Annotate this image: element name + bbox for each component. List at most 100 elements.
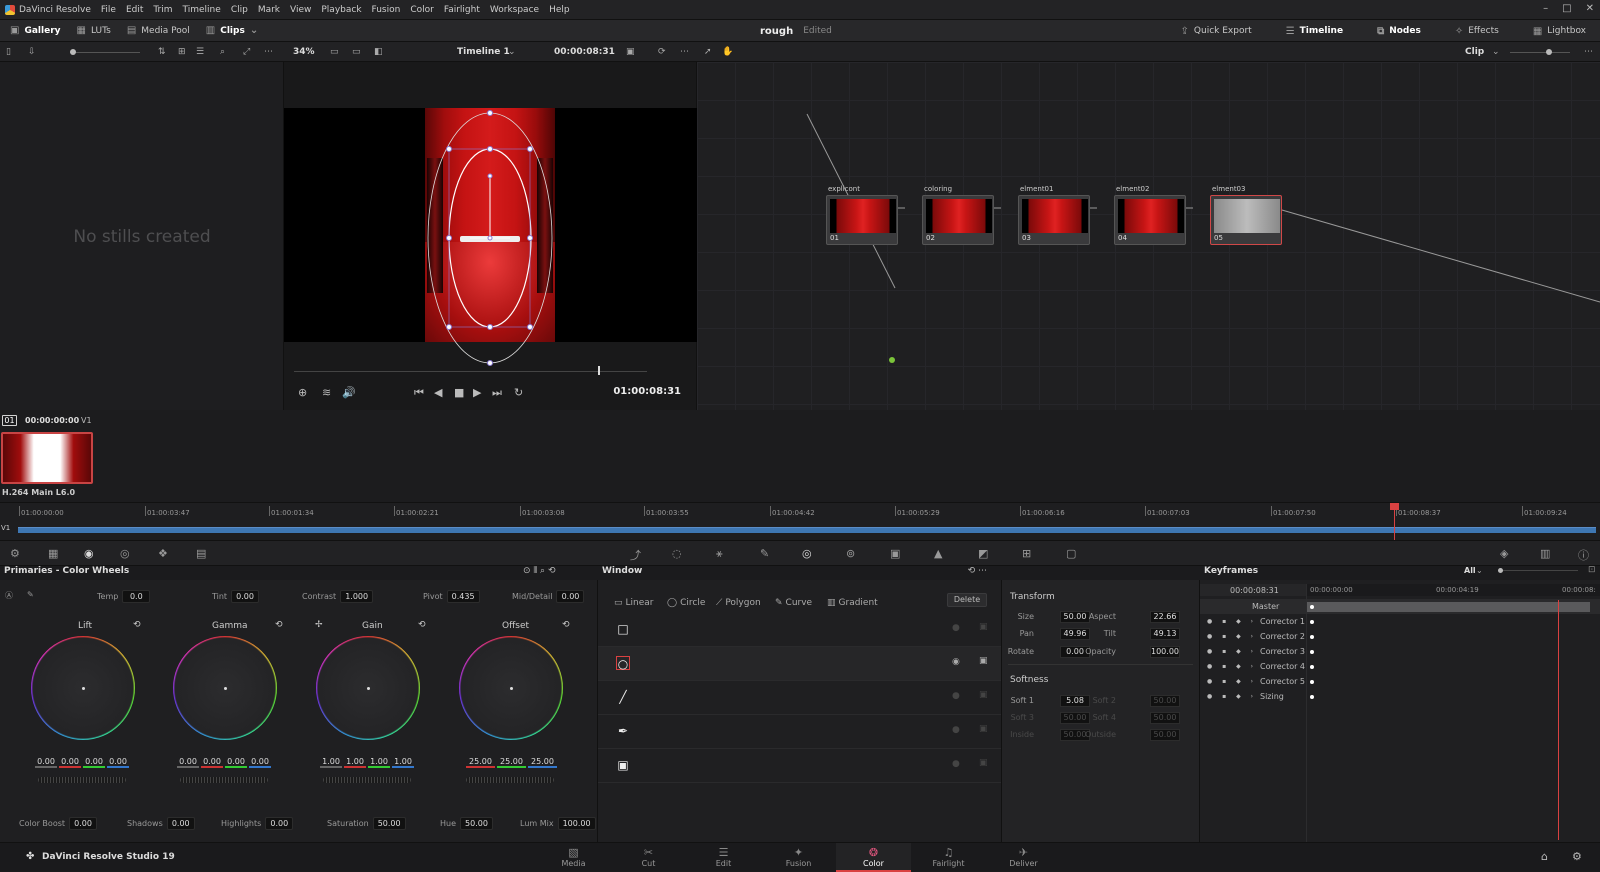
timeline-playhead[interactable] [1390,503,1399,541]
node-editor[interactable]: explicont 01 coloring 02 elment01 03 elm… [697,62,1600,410]
lightbox-button[interactable]: ▦ Lightbox [1533,26,1586,37]
menu-clip[interactable]: Clip [231,5,248,15]
keyframe-row[interactable]: ● ▪ ◆ › Corrector 2 [1200,629,1600,644]
add-linear-window[interactable]: ▭ Linear [614,598,654,608]
invert-icon[interactable]: ▣ [979,690,988,700]
gamma-b[interactable]: 0.00 [249,757,271,768]
lum-mix-field[interactable]: Lum Mix 100.00 [520,817,596,830]
zoom-select[interactable]: 34% [293,42,315,62]
window-polygon-row[interactable]: ╱ ● ▣ [598,681,1001,715]
add-curve-window[interactable]: ✎ Curve [775,598,812,608]
temp-field[interactable]: Temp 0.0 [97,590,151,603]
delete-button[interactable]: Delete [947,593,987,607]
row-controls[interactable]: ● ▪ ◆ › [1207,618,1257,625]
timeline-select[interactable]: Timeline 1 [457,42,510,62]
pivot-field[interactable]: Pivot 0.435 [423,590,480,603]
keyframe-dot[interactable] [1310,649,1314,654]
fit-icon[interactable]: ⤢ [243,42,250,62]
go-to-end-icon[interactable]: ⏭ [492,386,502,400]
pointer-icon[interactable]: ➚ [704,42,712,62]
keyframe-row[interactable]: ● ▪ ◆ › Sizing [1200,689,1600,704]
gallery-button[interactable]: ▣ Gallery [10,25,61,36]
node-01[interactable]: explicont 01 [826,185,898,247]
node-05[interactable]: elment03 05 [1210,185,1282,247]
loop-icon[interactable]: ⟳ [658,42,666,62]
gain-b[interactable]: 1.00 [392,757,414,768]
rgb-mixer-icon[interactable]: ❖ [158,547,168,560]
keyframe-row-master[interactable]: Master [1200,599,1600,614]
clip-thumbnail[interactable] [1,432,93,484]
settings-gear-icon[interactable]: ⚙ [1572,850,1582,863]
home-icon[interactable]: ⌂ [1541,850,1548,863]
clips-button[interactable]: ▥ Clips ⌄ [206,25,258,36]
eyedropper-icon[interactable]: ✎ [760,547,769,560]
gain-master-wheel[interactable] [323,777,411,783]
gamma-values[interactable]: 0.00 0.00 0.00 0.00 [177,757,271,768]
window-icon[interactable]: ◎ [802,547,812,560]
highlights-field[interactable]: Highlights 0.00 [221,817,294,830]
lift-wheel[interactable] [31,636,135,740]
sort-icon[interactable]: ⇅ [158,42,166,62]
nodes-button[interactable]: ⧉ Nodes [1377,26,1421,37]
page-fusion[interactable]: ✦ Fusion [761,843,836,872]
lift-b[interactable]: 0.00 [107,757,129,768]
menu-view[interactable]: View [290,5,311,15]
keyframe-row[interactable]: ● ▪ ◆ › Corrector 3 [1200,644,1600,659]
timeline-button[interactable]: ☰ Timeline [1286,26,1343,37]
pivot-value[interactable]: 0.435 [446,590,480,603]
gamma-reset-icon[interactable]: ⟲ [275,620,283,630]
play-icon[interactable]: ▶ [473,386,481,399]
menu-mark[interactable]: Mark [258,5,280,15]
list-view-icon[interactable]: ☰ [196,42,204,62]
keyframe-filter-select[interactable]: All [1464,566,1476,575]
menu-help[interactable]: Help [549,5,570,15]
keyframe-row[interactable]: ● ▪ ◆ › Corrector 4 [1200,659,1600,674]
menu-playback[interactable]: Playback [321,5,361,15]
opacity-value[interactable]: 100.00 [1150,646,1180,658]
import-icon[interactable]: ⇩ [28,42,36,62]
color-warper-icon[interactable]: ◌ [672,547,682,560]
tilt-value[interactable]: 49.13 [1150,628,1180,640]
window-gradient-row[interactable]: ▣ ● ▣ [598,749,1001,783]
luts-button[interactable]: ▦ LUTs [77,25,111,36]
hue-value[interactable]: 50.00 [460,817,493,830]
node-mode-select[interactable]: Clip [1465,42,1484,62]
lift-y[interactable]: 0.00 [35,757,57,768]
gain-y[interactable]: 1.00 [320,757,342,768]
offset-wheel[interactable] [459,636,563,740]
row-controls[interactable]: ● ▪ ◆ › [1207,633,1257,640]
grid-view-icon[interactable]: ⊞ [178,42,186,62]
row-controls[interactable]: ● ▪ ◆ › [1207,693,1257,700]
tint-value[interactable]: 0.00 [231,590,260,603]
offset-values[interactable]: 25.00 25.00 25.00 [466,757,557,768]
motion-effects-icon[interactable]: ▤ [196,547,206,560]
menu-trim[interactable]: Trim [153,5,172,15]
gain-g[interactable]: 1.00 [368,757,390,768]
3d-icon[interactable]: ▢ [1066,547,1076,560]
quick-export-button[interactable]: ⇪ Quick Export [1181,26,1252,37]
color-boost-value[interactable]: 0.00 [69,817,98,830]
node-04[interactable]: elment02 04 [1114,185,1186,247]
keyframe-dot[interactable] [1310,619,1314,624]
scrubber-playhead[interactable] [597,366,600,375]
keyframe-row[interactable]: ● ▪ ◆ › Corrector 1 [1200,614,1600,629]
go-to-start-icon[interactable]: ⏮ [414,386,424,400]
media-pool-button[interactable]: ▤ Media Pool [127,25,190,36]
menu-fusion[interactable]: Fusion [372,5,401,15]
blur-icon[interactable]: ▲ [934,547,942,560]
split-icon[interactable]: ▭ [352,42,361,62]
offset-reset-icon[interactable]: ⟲ [562,620,570,630]
qualifier-icon[interactable]: ⚹ [716,547,723,561]
contrast-field[interactable]: Contrast 1.000 [302,590,374,603]
thumb-size-slider[interactable] [70,42,140,62]
hand-icon[interactable]: ✋ [722,42,733,62]
auto-balance-icon[interactable]: Ⓐ [5,590,13,601]
node-02[interactable]: coloring 02 [922,185,994,247]
compare-icon[interactable]: ◧ [374,42,383,62]
sync-icon[interactable]: ⊕ [298,386,307,399]
row-controls[interactable]: ● ▪ ◆ › [1207,663,1257,670]
color-boost-field[interactable]: Color Boost 0.00 [19,817,98,830]
row-controls[interactable]: ● ▪ ◆ › [1207,648,1257,655]
display-icon[interactable]: ▣ [626,42,635,62]
picker-icon[interactable]: ✎ [27,590,34,599]
